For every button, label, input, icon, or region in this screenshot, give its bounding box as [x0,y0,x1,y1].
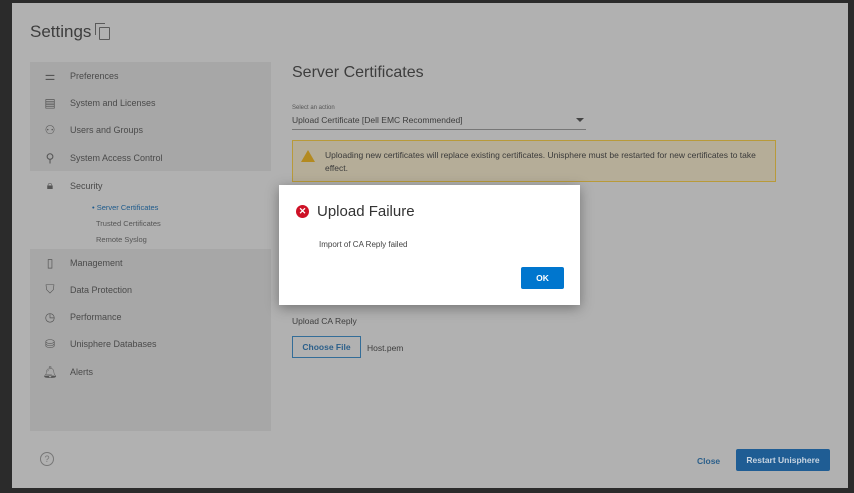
restart-unisphere-button[interactable]: Restart Unisphere [736,449,830,471]
sidebar-item-data-protection[interactable]: ⛉ Data Protection [30,276,271,303]
license-icon: ▤ [44,95,56,110]
dialog-message: Import of CA Reply failed [319,240,408,249]
sidebar: ⚌ Preferences ▤ System and Licenses ⚇ Users… [30,62,271,431]
sidebar-item-alerts[interactable]: 🔔︎ Alerts [30,358,271,385]
action-select-label: Select an action [292,105,335,111]
sidebar-subitem-remote-syslog[interactable]: Remote Syslog [96,235,147,244]
sidebar-item-unisphere-databases[interactable]: ⛁ Unisphere Databases [30,330,271,357]
dialog-title: Upload Failure [317,203,415,220]
error-icon: ✕ [296,205,309,218]
sidebar-item-preferences[interactable]: ⚌ Preferences [30,62,271,89]
warning-banner: Uploading new certificates will replace … [292,140,776,182]
sidebar-subitem-server-certificates[interactable]: • Server Certificates [92,203,158,212]
lock-icon: 🔒︎ [46,178,54,192]
choose-file-button[interactable]: Choose File [292,336,361,358]
users-icon: ⚇ [44,122,56,137]
sidebar-subitem-trusted-certificates[interactable]: Trusted Certificates [96,219,161,228]
sidebar-item-users-groups[interactable]: ⚇ Users and Groups [30,116,271,143]
bell-icon: 🔔︎ [42,364,58,379]
sidebar-item-management[interactable]: ▯ Management [30,249,271,276]
key-icon: ⚲ [45,150,55,165]
sidebar-item-system-licenses[interactable]: ▤ System and Licenses [30,89,271,116]
file-name: Host.pem [367,343,404,353]
database-icon: ⛁ [44,336,56,351]
gauge-icon: ◷ [44,309,56,324]
sidebar-item-system-access-control[interactable]: ⚲ System Access Control [30,144,271,171]
close-button[interactable]: Close [697,456,720,466]
ok-button[interactable]: OK [521,267,564,289]
copy-icon[interactable] [95,23,111,40]
upload-failure-dialog: ✕ Upload Failure Import of CA Reply fail… [279,185,580,305]
sidebar-item-performance[interactable]: ◷ Performance [30,303,271,330]
shield-icon: ⛉ [45,282,55,296]
window-title: Settings [30,22,111,42]
sidebar-item-security[interactable]: 🔒︎ Security [30,172,271,199]
warning-icon [301,150,315,162]
page-title: Server Certificates [292,64,424,81]
sliders-icon: ⚌ [44,68,56,83]
server-icon: ▯ [46,255,54,270]
help-icon[interactable]: ? [40,452,54,466]
action-select[interactable]: Upload Certificate [Dell EMC Recommended… [292,115,586,130]
chevron-down-icon [576,118,584,122]
upload-ca-reply-label: Upload CA Reply [292,316,357,326]
